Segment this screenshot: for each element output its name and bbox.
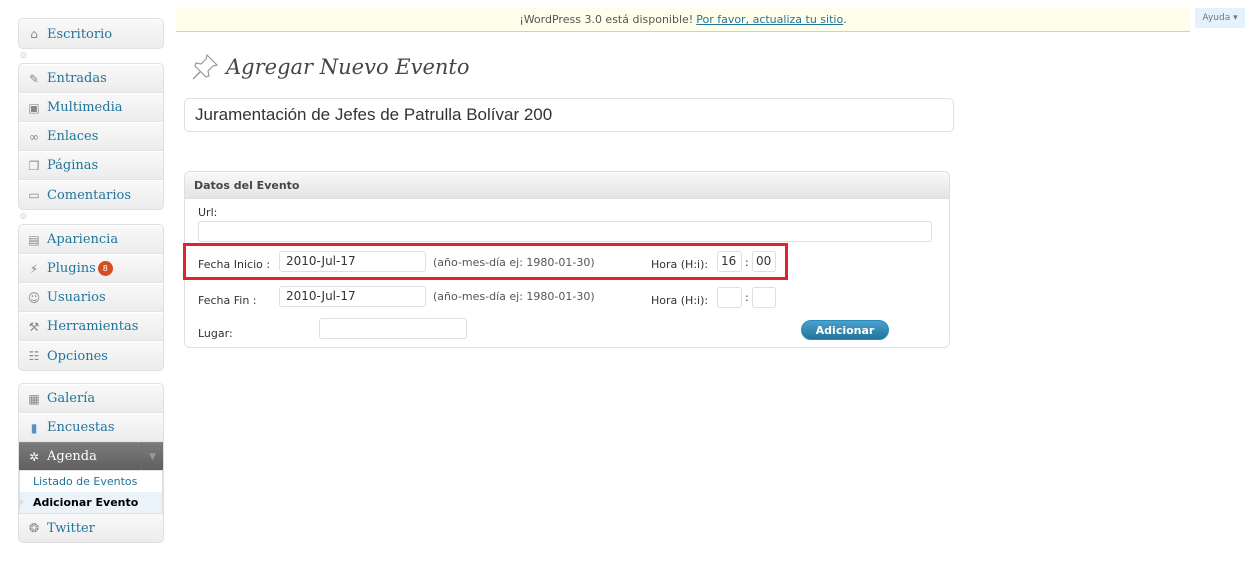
box-header: Datos del Evento <box>185 172 949 199</box>
submenu-item-adicionar-evento[interactable]: Adicionar Evento <box>19 492 162 513</box>
event-title-input[interactable]: Juramentación de Jefes de Patrulla Bolív… <box>184 98 954 132</box>
appearance-icon: ▤ <box>28 232 40 247</box>
admin-sidebar: ⌂ Escritorio ◎ ✎ Entradas ▣ Multimedia ∞… <box>18 18 164 543</box>
menu-label: Enlaces <box>47 129 99 144</box>
link-icon: ∞ <box>29 129 39 144</box>
menu-label: Apariencia <box>47 232 119 247</box>
menu-group-content: ✎ Entradas ▣ Multimedia ∞ Enlaces ❐ Pági… <box>18 63 164 210</box>
end-date-label: Fecha Fin : <box>198 294 257 307</box>
menu-label: Encuestas <box>47 420 115 435</box>
menu-item-escritorio[interactable]: ⌂ Escritorio <box>19 19 163 48</box>
end-date-input[interactable]: 2010-Jul-17 <box>279 286 426 307</box>
menu-group-plugins: ▦ Galería ▮ Encuestas ✲ Agenda ▼ Listado… <box>18 383 164 543</box>
url-label: Url: <box>198 206 218 219</box>
page-title: Agregar Nuevo Evento <box>226 55 470 79</box>
chevron-down-icon[interactable]: ▼ <box>141 443 163 470</box>
menu-label: Escritorio <box>47 26 113 42</box>
menu-group-dashboard: ⌂ Escritorio <box>18 18 164 49</box>
poll-icon: ▮ <box>30 420 38 435</box>
menu-item-herramientas[interactable]: ⚒ Herramientas <box>19 312 163 341</box>
menu-item-apariencia[interactable]: ▤ Apariencia <box>19 225 163 254</box>
place-label: Lugar: <box>198 327 233 340</box>
menu-label: Entradas <box>47 71 107 86</box>
menu-item-paginas[interactable]: ❐ Páginas <box>19 151 163 180</box>
menu-item-comentarios[interactable]: ▭ Comentarios <box>19 180 163 209</box>
update-notice-text: ¡WordPress 3.0 está disponible! <box>519 13 694 26</box>
agenda-submenu: Listado de Eventos Adicionar Evento <box>19 471 163 513</box>
pushpin-icon <box>192 53 219 80</box>
settings-icon: ☷ <box>28 349 40 363</box>
menu-item-opciones[interactable]: ☷ Opciones <box>19 341 163 370</box>
users-icon: ☺ <box>27 290 41 305</box>
page-header: Agregar Nuevo Evento <box>190 52 470 82</box>
end-minute-input[interactable] <box>752 287 776 308</box>
menu-label: Opciones <box>47 348 108 364</box>
twitter-icon: ❂ <box>28 521 40 535</box>
submenu-item-listado-eventos[interactable]: Listado de Eventos <box>20 471 162 492</box>
help-button[interactable]: Ayuda ▾ <box>1195 8 1245 28</box>
update-notice-end: . <box>843 13 847 26</box>
menu-item-agenda[interactable]: ✲ Agenda ▼ <box>19 442 163 471</box>
time-separator: : <box>745 291 749 304</box>
update-link[interactable]: Por favor, actualiza tu sitio <box>696 13 843 26</box>
end-date-hint: (año-mes-día ej: 1980-01-30) <box>433 290 595 303</box>
url-input[interactable] <box>198 221 932 242</box>
menu-label: Herramientas <box>47 319 139 334</box>
gallery-icon: ▦ <box>28 391 40 406</box>
menu-label: Usuarios <box>47 290 106 305</box>
menu-item-plugins[interactable]: ⚡ Plugins 8 <box>19 254 163 283</box>
home-icon: ⌂ <box>30 27 38 41</box>
end-hour-input[interactable] <box>717 287 742 308</box>
tools-icon: ⚒ <box>28 319 40 334</box>
update-count-badge: 8 <box>97 261 113 276</box>
update-notice: ¡WordPress 3.0 está disponible! Por favo… <box>176 8 1190 32</box>
plugin-icon: ⚡ <box>29 261 39 276</box>
comment-icon: ▭ <box>28 188 40 202</box>
gear-icon: ✲ <box>28 449 40 464</box>
add-event-button[interactable]: Adicionar <box>801 320 889 340</box>
menu-item-encuestas[interactable]: ▮ Encuestas <box>19 413 163 442</box>
menu-item-twitter[interactable]: ❂ Twitter <box>19 513 163 542</box>
highlight-annotation <box>183 243 788 280</box>
menu-label: Páginas <box>47 158 99 173</box>
menu-group-admin: ▤ Apariencia ⚡ Plugins 8 ☺ Usuarios ⚒ He… <box>18 224 164 371</box>
menu-item-usuarios[interactable]: ☺ Usuarios <box>19 283 163 312</box>
menu-label: Galería <box>47 391 96 406</box>
pushpin-icon: ✎ <box>28 71 40 86</box>
menu-label: Plugins <box>47 261 96 276</box>
menu-item-entradas[interactable]: ✎ Entradas <box>19 64 163 93</box>
menu-label: Comentarios <box>47 187 132 203</box>
menu-item-galeria[interactable]: ▦ Galería <box>19 384 163 413</box>
place-input[interactable] <box>319 318 467 339</box>
menu-separator[interactable]: ◎ <box>18 210 164 224</box>
menu-label: Twitter <box>47 520 95 536</box>
end-time-label: Hora (H:i): <box>651 294 709 307</box>
menu-label: Multimedia <box>47 100 123 115</box>
media-icon: ▣ <box>28 100 40 115</box>
menu-item-multimedia[interactable]: ▣ Multimedia <box>19 93 163 122</box>
menu-label: Agenda <box>47 449 97 464</box>
pages-icon: ❐ <box>28 158 40 173</box>
menu-item-enlaces[interactable]: ∞ Enlaces <box>19 122 163 151</box>
menu-separator[interactable]: ◎ <box>18 49 164 63</box>
event-title-value: Juramentación de Jefes de Patrulla Bolív… <box>195 105 553 124</box>
